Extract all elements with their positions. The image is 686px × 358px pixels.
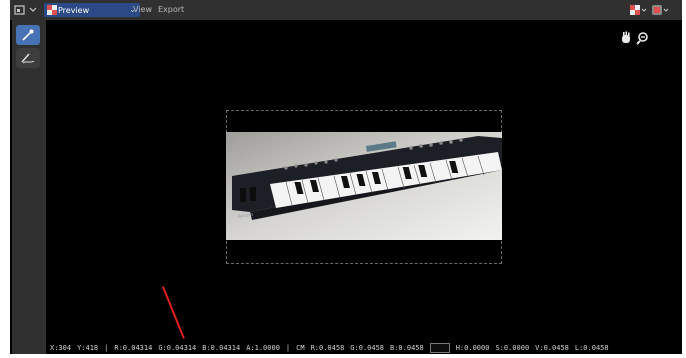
y-coord: Y:418 — [77, 344, 99, 352]
annotate-pen-icon — [21, 53, 35, 64]
luminance-value: L:0.0458 — [574, 344, 609, 352]
sample-readout: X:304 Y:418 | R:0.04314 G:0.04314 B:0.04314 A:… — [50, 343, 615, 354]
color-swatch — [429, 343, 450, 353]
hand-icon[interactable] — [622, 31, 630, 44]
separator: | — [104, 344, 109, 352]
x-coord: X:304 — [50, 344, 72, 352]
editor-header: Preview ⌄ View Export — [10, 0, 682, 20]
red-value: R:0.04314 — [114, 344, 153, 352]
saturation-value: S:0.0000 — [495, 344, 530, 352]
cm-label: CM — [296, 344, 305, 352]
cm-red-value: R:0.0458 — [310, 344, 345, 352]
alpha-value: A:1.0000 — [246, 344, 280, 352]
value-value: V:0.0458 — [535, 344, 569, 352]
channels-dropdown[interactable] — [630, 5, 647, 15]
blue-value: B:0.04314 — [202, 344, 241, 352]
checker-preview-icon — [47, 5, 57, 15]
sample-tool-button[interactable] — [16, 25, 40, 45]
gizmo-dropdown[interactable] — [652, 5, 669, 15]
display-mode-label: Preview — [58, 5, 90, 15]
preview-image[interactable]: Axiom — [226, 132, 502, 240]
midi-keyboard-image: Axiom — [226, 132, 502, 240]
annotate-tool-button[interactable] — [16, 48, 40, 68]
bottom-strip — [0, 354, 686, 358]
cm-green-value: G:0.0458 — [350, 344, 384, 352]
menu-export[interactable]: Export — [158, 3, 184, 17]
red-annotation-stroke — [162, 286, 185, 339]
separator: | — [285, 344, 291, 352]
display-mode-dropdown[interactable]: Preview ⌄ — [44, 3, 140, 17]
eyedropper-icon — [22, 29, 34, 41]
zoom-icon[interactable] — [636, 32, 648, 45]
hue-value: H:0.0000 — [455, 344, 490, 352]
menu-view[interactable]: View — [133, 3, 152, 17]
overlay-controls — [630, 3, 670, 17]
tool-shelf — [12, 20, 46, 354]
editor-type-dropdown[interactable] — [13, 3, 39, 17]
cm-blue-value: B:0.0458 — [390, 344, 424, 352]
green-value: G:0.04314 — [158, 344, 197, 352]
navigation-gizmo — [620, 30, 656, 46]
image-editor-area: Preview ⌄ View Export Axiom X:304 Y:418 … — [10, 0, 682, 354]
image-editor-icon — [14, 5, 37, 15]
